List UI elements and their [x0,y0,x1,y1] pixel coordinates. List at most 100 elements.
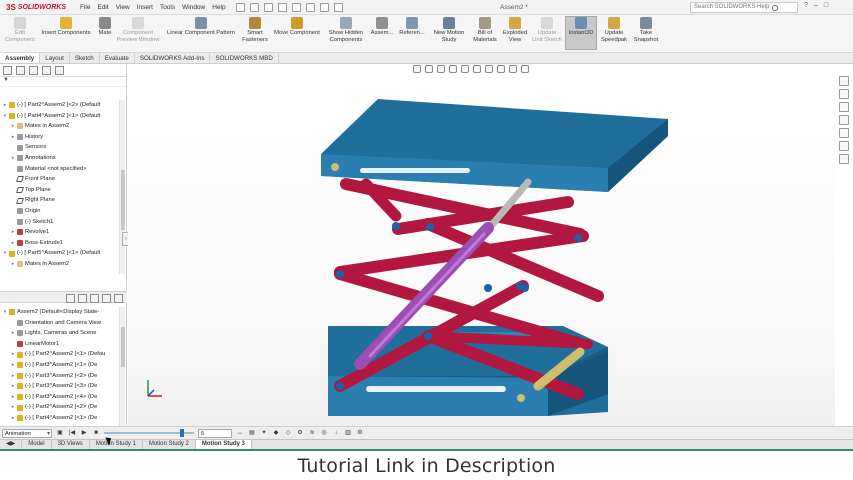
search-icon[interactable] [772,4,779,11]
save-animation-icon[interactable]: ▤ [248,429,256,437]
show-hidden-button[interactable]: Show Hidden Components [326,17,366,44]
open-icon[interactable] [249,2,259,12]
dimxpert-icon[interactable] [42,66,51,75]
expand-toggle-icon[interactable]: ▸ [10,371,16,382]
design-library-icon[interactable] [839,89,849,99]
move-component-button[interactable]: Move Component [272,17,322,37]
tab-motion-study-3[interactable]: Motion Study 3 [195,440,252,449]
play-icon[interactable]: ▶ [80,429,88,437]
scissor-lift-model[interactable] [128,64,835,426]
display-manager-icon[interactable] [55,66,64,75]
stop-icon[interactable]: ■ [92,429,100,437]
tree-item[interactable]: (-) Sketch1 [0,217,119,228]
tree-item[interactable]: ▸ (-) [ Part3^Assem2 ]<1> (De [0,360,119,371]
tree-item[interactable]: ▸ (-) [ Part2^Assem2 ]<2> (De [0,402,119,413]
filter-driving-icon[interactable] [78,294,87,303]
tree-item[interactable]: Top Plane [0,185,119,196]
animation-wizard-icon[interactable]: ✦ [260,429,268,437]
menu-file[interactable]: File [80,4,90,11]
tab-assembly[interactable]: Assembly [0,53,41,63]
graphics-area[interactable] [128,64,835,426]
minimize-icon[interactable]: – [814,2,818,9]
motor-icon[interactable]: ⚙ [296,429,304,437]
restore-icon[interactable]: □ [824,2,828,9]
tree-item[interactable]: Origin [0,206,119,217]
menu-window[interactable]: Window [182,4,205,11]
timeline-slider[interactable] [104,429,194,437]
calculate-icon[interactable]: ▣ [56,429,64,437]
tree-item[interactable]: ▸ Boss-Extrude1 [0,238,119,249]
custom-properties-icon[interactable] [839,141,849,151]
update-unit-sketch-button[interactable]: Update Unit Sketch [531,17,563,44]
tree-scroll-thumb[interactable] [121,170,125,230]
autokey-icon[interactable]: ◆ [272,429,280,437]
linear-pattern-button[interactable]: Linear Component Pattern [164,17,238,37]
menu-view[interactable]: View [116,4,130,11]
new-document-icon[interactable] [235,2,245,12]
help-search-input[interactable]: Search SOLIDWORKS Help [690,2,798,13]
tree-item[interactable]: ▸ (-) [ Part2^Assem2 ]<2> (Default [0,100,119,111]
tab-layout[interactable]: Layout [40,53,70,63]
reference-geometry-button[interactable]: Referen... [397,17,427,37]
tree-item[interactable]: ▾ (-) [ Part4^Assem2 ]<1> (Default [0,111,119,122]
tab-addins[interactable]: SOLIDWORKS Add-Ins [135,53,211,63]
tree-item[interactable]: Right Plane [0,195,119,206]
bill-of-materials-button[interactable]: Bill of Materials [470,17,500,44]
solidworks-forum-icon[interactable] [839,154,849,164]
tab-3d-views[interactable]: 3D Views [52,440,90,449]
tree-item[interactable]: ▸ (-) [ Part4^Assem2 ]<1> (De [0,413,119,424]
gravity-icon[interactable]: ↓ [332,429,340,437]
instant3d-button[interactable]: Instant3D [565,16,597,50]
tree-item[interactable]: Sensors [0,142,119,153]
undo-icon[interactable] [291,2,301,12]
exploded-view-button[interactable]: Exploded View [501,17,529,44]
tree-item[interactable]: Front Plane [0,174,119,185]
expand-toggle-icon[interactable]: ▸ [10,392,16,403]
expand-toggle-icon[interactable]: ▸ [10,381,16,392]
expand-toggle-icon[interactable]: ▸ [10,360,16,371]
rebuild-icon[interactable] [319,2,329,12]
tree-item[interactable]: Material <not specified> [0,164,119,175]
tree-item[interactable]: ▾ (-) [ Part5^Assem2 ]<1> (Default [0,248,119,259]
tab-motion-study-2[interactable]: Motion Study 2 [143,440,196,449]
tab-motion-study-1[interactable]: Motion Study 1 [90,440,143,449]
tree-item[interactable]: ▸ History [0,132,119,143]
expand-toggle-icon[interactable]: ▸ [10,238,16,249]
tree-item[interactable]: ▸ (-) [ Part3^Assem2 ]<2> (De [0,371,119,382]
menu-tools[interactable]: Tools [160,4,175,11]
tab-model[interactable]: Model [22,440,52,449]
tree-item[interactable]: ▸ (-) [ Part2^Assem2 ]<1> (Defau [0,349,119,360]
menu-help[interactable]: Help [212,4,225,11]
tree-scrollbar[interactable] [119,100,125,274]
new-motion-study-button[interactable]: New Motion Study [430,17,468,44]
expand-toggle-icon[interactable]: ▸ [2,100,8,111]
tree-item[interactable]: ▸ (-) [ Part3^Assem2 ]<3> (De [0,381,119,392]
expand-toggle-icon[interactable]: ▸ [10,153,16,164]
tree-filter[interactable]: ▼ [0,77,126,87]
print-icon[interactable] [277,2,287,12]
tree-item[interactable]: ▸ Revolve1 [0,227,119,238]
update-speedpak-button[interactable]: Update Speedpak [599,17,629,44]
menu-insert[interactable]: Insert [137,4,153,11]
resources-icon[interactable] [839,76,849,86]
add-key-icon[interactable]: ◇ [284,429,292,437]
component-preview-button[interactable]: Component Preview Window [116,17,160,44]
contact-icon[interactable]: ◎ [320,429,328,437]
filter-animated-icon[interactable] [66,294,75,303]
edit-component-button[interactable]: Edit Component [2,17,38,44]
tree-item[interactable]: Orientation and Camera View [0,318,119,329]
expand-toggle-icon[interactable]: ▸ [10,132,16,143]
expand-toggle-icon[interactable]: ▸ [10,402,16,413]
file-explorer-icon[interactable] [839,102,849,112]
mate-button[interactable]: Mate [94,17,116,37]
expand-toggle-icon[interactable]: ▸ [10,227,16,238]
study-type-select[interactable]: Animation [2,428,52,438]
tab-evaluate[interactable]: Evaluate [100,53,135,63]
spring-icon[interactable]: ≋ [308,429,316,437]
menu-edit[interactable]: Edit [97,4,108,11]
tree-item[interactable]: ▸ Lights, Cameras and Scene [0,328,119,339]
expand-toggle-icon[interactable]: ▾ [2,248,8,259]
view-palette-icon[interactable] [839,115,849,125]
expand-toggle-icon[interactable]: ▸ [10,349,16,360]
help-icon[interactable]: ? [804,2,808,9]
